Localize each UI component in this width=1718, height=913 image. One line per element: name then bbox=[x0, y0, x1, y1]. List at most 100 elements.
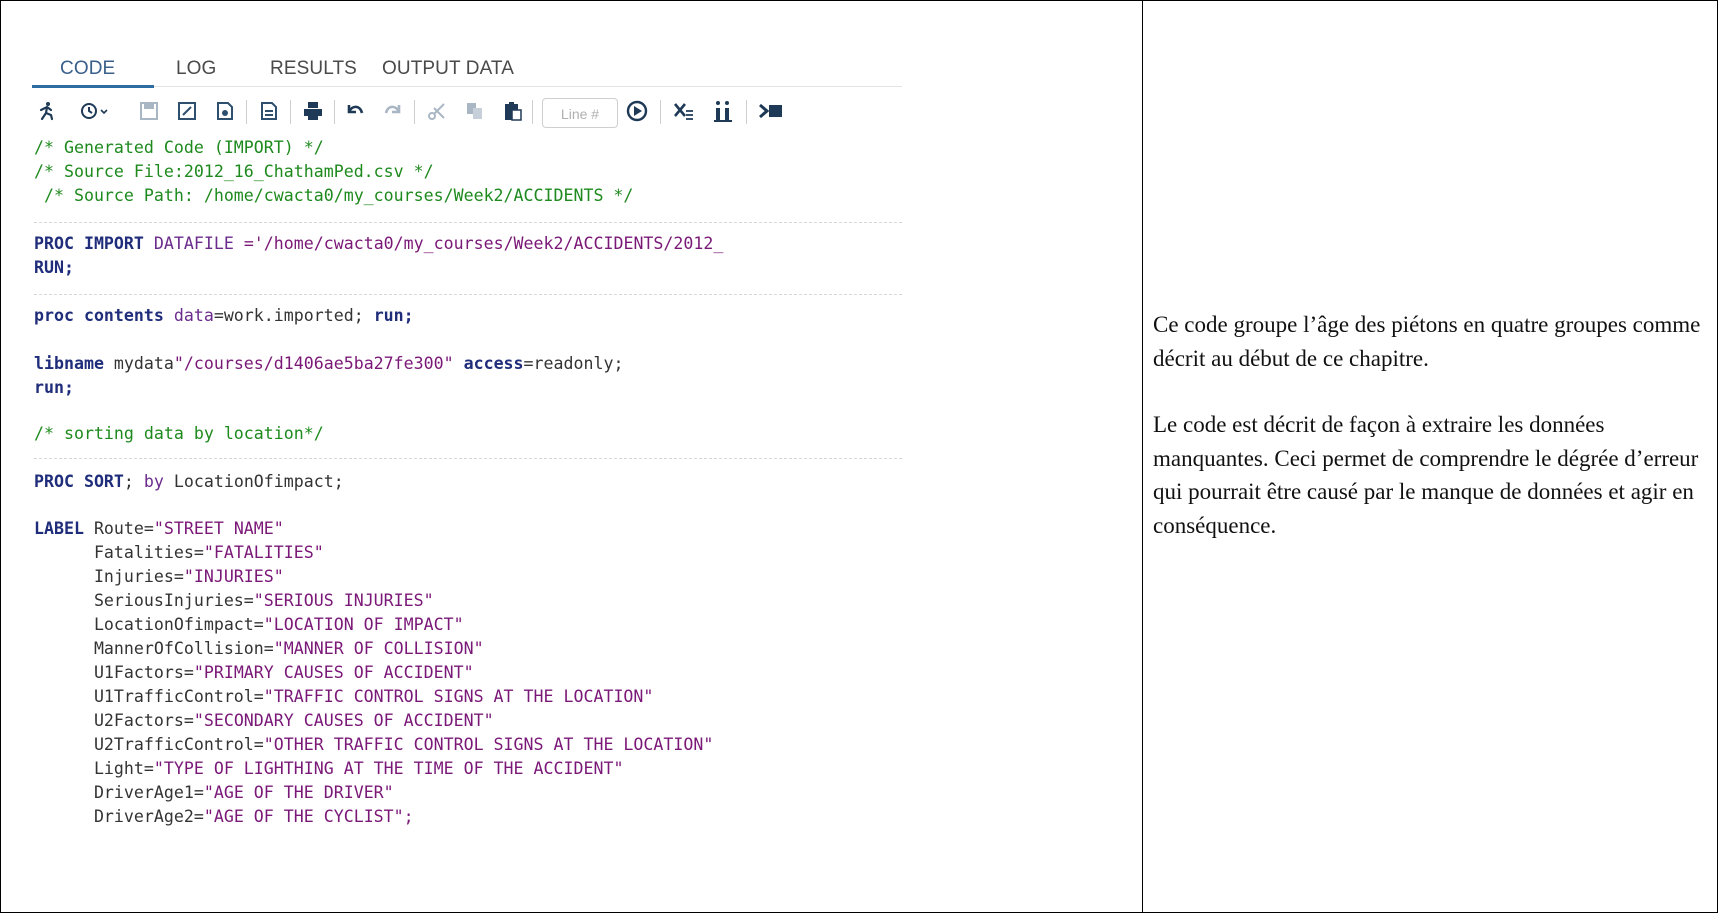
code-keyword: PROC SORT bbox=[34, 472, 124, 491]
label-variable: SeriousInjuries= bbox=[34, 591, 254, 610]
code-line: /* sorting data by location*/ bbox=[34, 422, 324, 446]
explanation-paragraph: Ce code groupe l’âge des piétons en quat… bbox=[1153, 312, 1701, 371]
code-attribute: data bbox=[163, 306, 214, 325]
cut-icon[interactable] bbox=[426, 100, 448, 122]
run-icon[interactable] bbox=[36, 100, 58, 122]
code-line: MannerOfCollision="MANNER OF COLLISION" bbox=[34, 637, 484, 661]
code-line: SeriousInjuries="SERIOUS INJURIES" bbox=[34, 589, 434, 613]
toolbar-separator bbox=[246, 100, 247, 124]
step-separator bbox=[34, 294, 902, 296]
history-icon[interactable] bbox=[78, 100, 112, 122]
code-line: U1TrafficControl="TRAFFIC CONTROL SIGNS … bbox=[34, 685, 653, 709]
code-text: =readonly; bbox=[523, 354, 624, 373]
paste-icon[interactable] bbox=[502, 100, 524, 122]
undo-icon[interactable] bbox=[344, 100, 366, 122]
label-text: "TRAFFIC CONTROL SIGNS AT THE LOCATION" bbox=[263, 687, 654, 706]
label-text: "TYPE OF LIGHTHING AT THE TIME OF THE AC… bbox=[153, 759, 624, 778]
code-keyword: run; bbox=[373, 306, 414, 325]
toolbar-separator bbox=[746, 100, 747, 124]
code-keyword: libname bbox=[34, 354, 104, 373]
label-variable: U1Factors= bbox=[34, 663, 194, 682]
code-line: LABEL Route="STREET NAME" bbox=[34, 517, 284, 541]
tab-output-data[interactable]: OUTPUT DATA bbox=[382, 58, 514, 80]
code-line: U1Factors="PRIMARY CAUSES OF ACCIDENT" bbox=[34, 661, 474, 685]
code-line: PROC IMPORT DATAFILE ='/home/cwacta0/my_… bbox=[34, 232, 723, 256]
label-variable: Fatalities= bbox=[34, 543, 204, 562]
code-line: U2Factors="SECONDARY CAUSES OF ACCIDENT" bbox=[34, 709, 494, 733]
label-text: "SERIOUS INJURIES" bbox=[253, 591, 434, 610]
explanation-notes: Ce code groupe l’âge des piétons en quat… bbox=[1153, 308, 1713, 542]
label-variable: DriverAge1= bbox=[34, 783, 204, 802]
export-icon[interactable] bbox=[258, 100, 280, 122]
code-text: mydata bbox=[103, 354, 174, 373]
toolbar-separator bbox=[414, 100, 415, 124]
maximize-icon[interactable] bbox=[758, 100, 784, 122]
toolbar-separator bbox=[532, 100, 533, 124]
toolbar-separator bbox=[334, 100, 335, 124]
code-line: /* Source Path: /home/cwacta0/my_courses… bbox=[34, 184, 633, 208]
label-variable: LocationOfimpact= bbox=[34, 615, 264, 634]
label-variable: Route= bbox=[83, 519, 154, 538]
step-separator bbox=[34, 458, 902, 460]
label-text: "INJURIES" bbox=[183, 567, 284, 586]
code-line: Light="TYPE OF LIGHTHING AT THE TIME OF … bbox=[34, 757, 624, 781]
label-variable: Injuries= bbox=[34, 567, 184, 586]
editor-tabs: CODE LOG RESULTS OUTPUT DATA bbox=[32, 52, 902, 88]
editor-toolbar: Line # bbox=[32, 90, 902, 130]
label-variable: MannerOfCollision= bbox=[34, 639, 274, 658]
label-variable: Light= bbox=[34, 759, 154, 778]
label-text: "SECONDARY CAUSES OF ACCIDENT" bbox=[193, 711, 494, 730]
code-line: Fatalities="FATALITIES" bbox=[34, 541, 324, 565]
redo-icon[interactable] bbox=[382, 100, 404, 122]
code-line: DriverAge1="AGE OF THE DRIVER" bbox=[34, 781, 394, 805]
format-code-icon[interactable] bbox=[712, 100, 734, 122]
code-line: LocationOfimpact="LOCATION OF IMPACT" bbox=[34, 613, 464, 637]
label-text: "AGE OF THE CYCLIST"; bbox=[203, 807, 414, 826]
label-text: "MANNER OF COLLISION" bbox=[273, 639, 484, 658]
label-variable: DriverAge2= bbox=[34, 807, 204, 826]
code-comment: /* sorting data by location*/ bbox=[34, 424, 324, 443]
label-text: "AGE OF THE DRIVER" bbox=[203, 783, 394, 802]
save-icon[interactable] bbox=[138, 100, 160, 122]
clear-icon[interactable] bbox=[672, 100, 694, 122]
save-program-icon[interactable] bbox=[214, 100, 236, 122]
go-to-line-input[interactable]: Line # bbox=[542, 98, 618, 128]
label-text: "LOCATION OF IMPACT" bbox=[263, 615, 464, 634]
code-attribute: by bbox=[143, 472, 164, 491]
code-comment: /* Generated Code (IMPORT) */ bbox=[34, 138, 324, 157]
code-line: U2TrafficControl="OTHER TRAFFIC CONTROL … bbox=[34, 733, 713, 757]
code-line: DriverAge2="AGE OF THE CYCLIST"; bbox=[34, 805, 414, 829]
code-attribute: DATAFILE bbox=[143, 234, 234, 253]
code-string: ='/home/cwacta0/my_courses/Week2/ACCIDEN… bbox=[233, 234, 724, 253]
label-variable: U1TrafficControl= bbox=[34, 687, 264, 706]
code-line: Injuries="INJURIES" bbox=[34, 565, 284, 589]
code-line: /* Source File:2012_16_ChathamPed.csv */ bbox=[34, 160, 434, 184]
tab-log[interactable]: LOG bbox=[176, 58, 216, 80]
print-icon[interactable] bbox=[302, 100, 324, 122]
tab-code[interactable]: CODE bbox=[60, 58, 115, 80]
code-text: =work.imported; bbox=[213, 306, 374, 325]
save-as-icon[interactable] bbox=[176, 100, 198, 122]
explanation-paragraph: Le code est décrit de façon à extraire l… bbox=[1153, 412, 1699, 538]
code-keyword: LABEL bbox=[34, 519, 84, 538]
go-to-line-icon[interactable] bbox=[626, 100, 648, 122]
code-line: /* Generated Code (IMPORT) */ bbox=[34, 136, 324, 160]
tab-results[interactable]: RESULTS bbox=[270, 58, 357, 80]
label-text: "STREET NAME" bbox=[153, 519, 284, 538]
active-tab-indicator bbox=[32, 85, 154, 88]
code-text: LocationOfimpact; bbox=[163, 472, 344, 491]
code-keyword: RUN; bbox=[34, 258, 74, 277]
code-line: RUN; bbox=[34, 256, 74, 280]
toolbar-separator bbox=[660, 100, 661, 124]
code-comment: /* Source Path: /home/cwacta0/my_courses… bbox=[34, 186, 634, 205]
copy-icon[interactable] bbox=[464, 100, 486, 122]
label-text: "FATALITIES" bbox=[203, 543, 324, 562]
toolbar-separator bbox=[290, 100, 291, 124]
label-variable: U2TrafficControl= bbox=[34, 735, 264, 754]
label-variable: U2Factors= bbox=[34, 711, 194, 730]
step-separator bbox=[34, 222, 902, 224]
code-keyword: PROC IMPORT bbox=[34, 234, 144, 253]
code-keyword: access bbox=[453, 354, 524, 373]
code-line: PROC SORT; by LocationOfimpact; bbox=[34, 470, 344, 494]
label-text: "PRIMARY CAUSES OF ACCIDENT" bbox=[193, 663, 474, 682]
